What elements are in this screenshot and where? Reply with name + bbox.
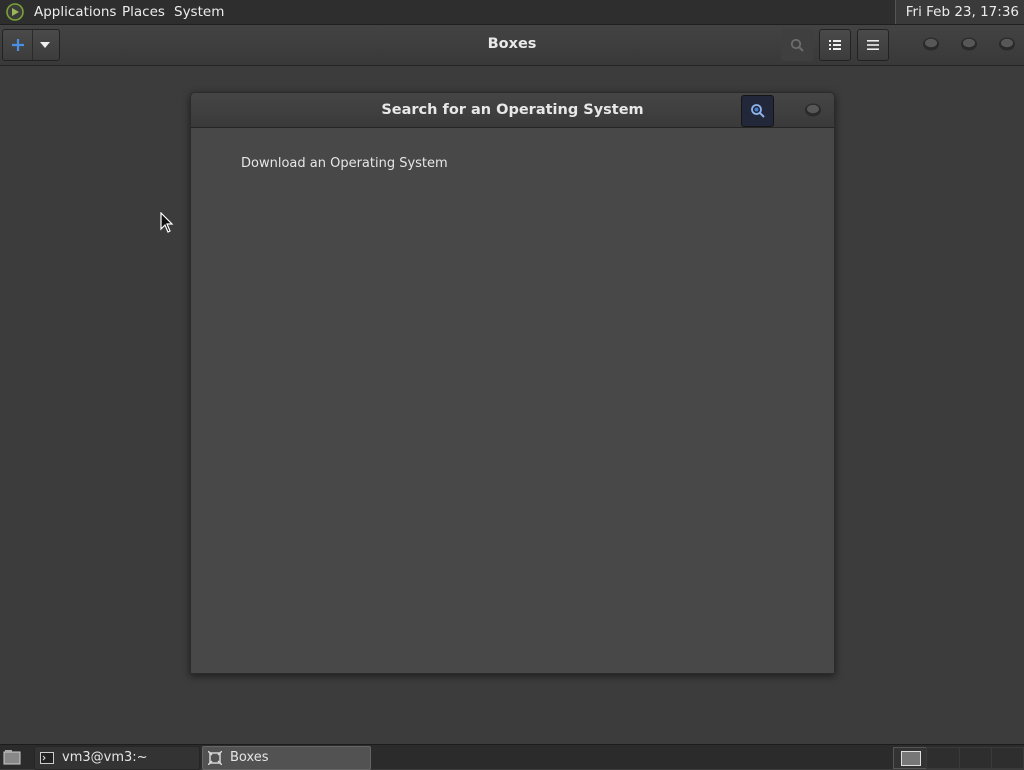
boxes-icon — [208, 751, 222, 765]
show-desktop-icon[interactable] — [3, 749, 21, 765]
menu-places[interactable]: Places — [122, 4, 165, 20]
clock[interactable]: Fri Feb 23, 17:36 — [894, 0, 1024, 24]
close-icon[interactable] — [804, 102, 822, 118]
taskbar-item-boxes[interactable]: Boxes — [202, 746, 371, 770]
workspace-2[interactable] — [926, 747, 960, 769]
close-icon[interactable] — [998, 36, 1016, 52]
search-icon — [751, 104, 765, 118]
menu-applications[interactable]: Applications — [34, 4, 116, 20]
search-button[interactable] — [781, 29, 813, 61]
minimize-icon[interactable] — [922, 36, 940, 52]
os-search-dialog: Search for an Operating System Download … — [190, 92, 835, 674]
workspace-1[interactable] — [893, 747, 927, 769]
taskbar-item-label: vm3@vm3:~ — [62, 750, 148, 765]
workspace-4[interactable] — [991, 747, 1024, 769]
top-panel: Applications Places System Fri Feb 23, 1… — [0, 0, 1024, 25]
selection-mode-button[interactable] — [819, 29, 851, 61]
bottom-panel: vm3@vm3:~ Boxes — [0, 744, 1024, 770]
dialog-search-button[interactable] — [741, 95, 774, 127]
list-view-icon — [829, 40, 841, 50]
app-menu-button[interactable] — [857, 29, 889, 61]
boxes-headerbar: Boxes — [0, 25, 1024, 66]
taskbar-item-label: Boxes — [230, 750, 269, 765]
dialog-header: Search for an Operating System — [191, 93, 834, 128]
distro-logo-icon[interactable] — [6, 3, 24, 21]
search-icon — [790, 38, 804, 52]
hamburger-menu-icon — [867, 40, 879, 50]
taskbar-item-terminal[interactable]: vm3@vm3:~ — [34, 746, 200, 770]
workspace-3[interactable] — [959, 747, 993, 769]
download-os-item[interactable]: Download an Operating System — [241, 156, 448, 171]
dialog-title: Search for an Operating System — [381, 102, 644, 118]
workspace-window-thumbnail — [901, 751, 921, 766]
menu-system[interactable]: System — [174, 4, 224, 20]
maximize-icon[interactable] — [960, 36, 978, 52]
mouse-pointer-icon — [160, 212, 174, 233]
terminal-icon — [40, 752, 54, 764]
